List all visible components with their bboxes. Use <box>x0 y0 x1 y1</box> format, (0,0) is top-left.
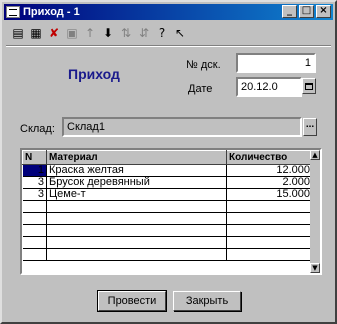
materials-grid: N Материал Количество 1 Краска желтая 12.0… <box>20 148 322 275</box>
cell-material[interactable] <box>46 248 227 261</box>
cell-material[interactable] <box>46 224 227 237</box>
minimize-button[interactable]: _ <box>282 5 297 18</box>
cell-n[interactable] <box>22 236 47 249</box>
doc-number-label: № дск. <box>186 59 221 71</box>
cell-qty[interactable]: 15.000 <box>226 188 313 201</box>
table-row[interactable] <box>22 236 313 249</box>
calendar-icon <box>305 82 313 90</box>
table-row[interactable]: 3 Цеме-т 15.000 <box>22 188 313 201</box>
cell-material[interactable]: Цеме-т <box>46 188 227 201</box>
cell-material[interactable] <box>46 200 227 213</box>
date-label: Дате <box>188 83 213 95</box>
cell-n[interactable] <box>22 200 47 213</box>
delete-row-icon[interactable]: ✘ <box>46 25 62 41</box>
document-window: Приход - 1 _ □ × ▤ ▦ ✘ ▣ ↑ ⬇ ⇅ ⇵? ↖ Приход № дск… <box>0 0 337 324</box>
cell-material[interactable]: Брусок деревянный <box>46 176 227 189</box>
warehouse-select-button[interactable]: ... <box>303 118 317 136</box>
cell-material[interactable] <box>46 212 227 225</box>
cell-n[interactable] <box>22 224 47 237</box>
post-button[interactable]: Провести <box>97 290 167 312</box>
help-icon[interactable]: ? <box>154 25 170 41</box>
move-down-icon[interactable]: ⬇ <box>100 25 116 41</box>
sort-desc-icon[interactable]: ⇵ <box>136 25 152 41</box>
column-header-n[interactable]: N <box>22 150 47 165</box>
title-bar[interactable]: Приход - 1 _ □ × <box>4 4 333 20</box>
cell-material[interactable] <box>46 236 227 249</box>
cell-material[interactable]: Краска желтая <box>46 164 227 177</box>
document-heading: Приход <box>68 66 120 82</box>
cell-n[interactable]: 3 <box>22 188 47 201</box>
grid-vertical-scrollbar[interactable]: ▲ ▼ <box>310 150 320 273</box>
toolbar-divider <box>6 45 331 47</box>
scroll-down-icon[interactable]: ▼ <box>310 263 320 273</box>
cell-qty[interactable] <box>226 200 313 213</box>
cell-qty[interactable] <box>226 248 313 261</box>
cell-n[interactable]: 3 <box>22 176 47 189</box>
cell-qty[interactable]: 2.000 <box>226 176 313 189</box>
table-row[interactable]: 1 Краска желтая 12.000 <box>22 164 313 177</box>
table-row[interactable]: 3 Брусок деревянный 2.000 <box>22 176 313 189</box>
column-header-qty[interactable]: Количество <box>226 150 313 165</box>
close-button[interactable]: × <box>316 5 331 18</box>
context-help-icon[interactable]: ↖ <box>172 25 188 41</box>
scroll-up-icon[interactable]: ▲ <box>310 150 320 160</box>
doc-number-field[interactable]: 1 <box>236 53 316 73</box>
warehouse-field[interactable]: Склад1 <box>62 117 302 137</box>
cell-qty[interactable] <box>226 236 313 249</box>
window-title: Приход - 1 <box>23 6 80 18</box>
warehouse-label: Склад: <box>20 123 55 135</box>
table-row[interactable] <box>22 224 313 237</box>
new-doc-icon[interactable]: ▤ <box>10 25 26 41</box>
column-header-material[interactable]: Материал <box>46 150 227 165</box>
copy-row-icon[interactable]: ▣ <box>64 25 80 41</box>
cell-qty[interactable] <box>226 224 313 237</box>
date-field[interactable]: 20.12.0 <box>236 77 302 97</box>
table-row[interactable] <box>22 212 313 225</box>
close-form-button[interactable]: Закрыть <box>173 291 241 311</box>
maximize-button[interactable]: □ <box>299 5 314 18</box>
calendar-button[interactable] <box>302 78 316 94</box>
table-row[interactable] <box>22 200 313 213</box>
toolbar: ▤ ▦ ✘ ▣ ↑ ⬇ ⇅ ⇵? ↖ <box>4 22 333 44</box>
cell-qty[interactable]: 12.000 <box>226 164 313 177</box>
window-icon[interactable] <box>6 6 20 18</box>
cell-qty[interactable] <box>226 212 313 225</box>
move-up-icon[interactable]: ↑ <box>82 25 98 41</box>
cell-n[interactable] <box>22 212 47 225</box>
cell-n[interactable]: 1 <box>22 164 47 177</box>
sort-asc-icon[interactable]: ⇅ <box>118 25 134 41</box>
table-row[interactable] <box>22 248 313 261</box>
new-row-icon[interactable]: ▦ <box>28 25 44 41</box>
cell-n[interactable] <box>22 248 47 261</box>
